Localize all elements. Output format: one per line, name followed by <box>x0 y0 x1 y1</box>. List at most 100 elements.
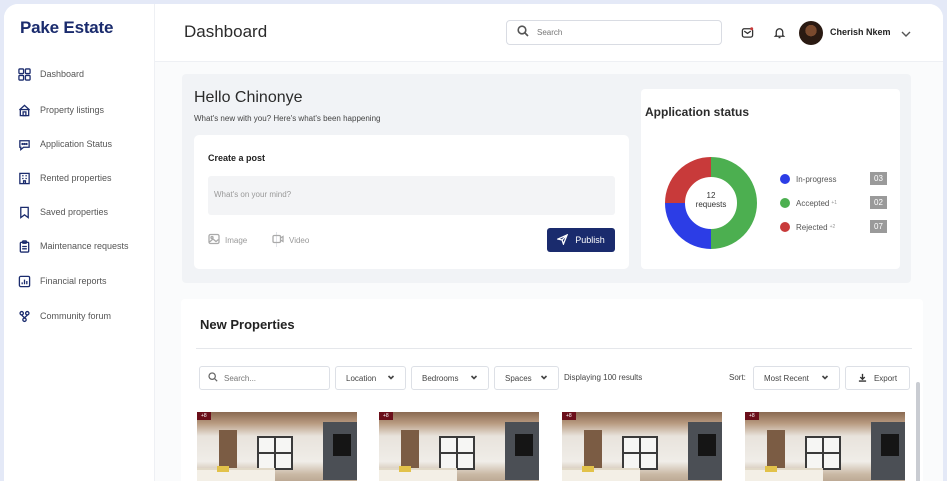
post-input[interactable]: What's on your mind? <box>208 176 615 215</box>
sort-label: Sort: <box>729 373 746 382</box>
community-icon <box>18 310 31 323</box>
sidebar-item-saved-properties[interactable]: Saved properties <box>18 202 108 222</box>
legend-item-accepted: Accepted +1 <box>780 197 837 209</box>
dropdown-label: Location <box>346 373 377 383</box>
chevron-down-icon[interactable] <box>900 27 912 39</box>
results-count: Displaying 100 results <box>564 373 643 382</box>
sidebar-item-maintenance-requests[interactable]: Maintenance requests <box>18 236 129 256</box>
property-image-tv <box>515 434 533 456</box>
chat-dots-icon <box>18 138 31 151</box>
search-icon <box>208 369 218 387</box>
property-image-cushion <box>765 466 777 472</box>
sidebar-item-rented-properties[interactable]: Rented properties <box>18 168 112 188</box>
sidebar-item-property-listings[interactable]: Property listings <box>18 100 104 120</box>
dropdown-label: Spaces <box>505 373 532 383</box>
property-card[interactable]: +8 <box>379 412 539 481</box>
sidebar-item-label: Dashboard <box>40 69 85 79</box>
legend-count-in-progress: 03 <box>870 172 887 185</box>
legend-note: +1 <box>831 200 838 206</box>
photo-count-badge: +8 <box>379 412 393 420</box>
property-image-tv <box>333 434 351 456</box>
property-image-window <box>257 436 293 470</box>
sidebar-item-label: Maintenance requests <box>40 241 129 251</box>
image-button[interactable]: Image <box>208 233 247 247</box>
legend-dot-blue <box>780 174 790 184</box>
house-icon <box>18 104 31 117</box>
bookmark-icon <box>18 206 31 219</box>
building-icon <box>18 172 31 185</box>
main-content: Hello Chinonye What's new with you? Here… <box>155 62 943 481</box>
property-image-cushion <box>399 466 411 472</box>
bedrooms-dropdown[interactable]: Bedrooms <box>411 366 489 390</box>
sort-value: Most Recent <box>764 373 809 383</box>
legend-count-accepted: 02 <box>870 196 887 209</box>
chevron-down-icon <box>540 373 548 383</box>
app-frame: Pake Estate Dashboard Property listings … <box>4 4 943 481</box>
property-card[interactable]: +8 <box>197 412 357 481</box>
sidebar-item-application-status[interactable]: Application Status <box>18 134 112 154</box>
legend-dot-green <box>780 198 790 208</box>
legend-item-in-progress: In-progress <box>780 173 838 185</box>
download-icon <box>858 373 874 384</box>
property-image-window <box>622 436 658 470</box>
publish-button[interactable]: Publish <box>547 228 615 252</box>
property-card[interactable]: +8 <box>745 412 905 481</box>
export-button[interactable]: Export <box>845 366 910 390</box>
legend-label: Accepted <box>796 198 830 208</box>
sidebar-item-label: Financial reports <box>40 276 107 286</box>
divider <box>196 348 912 349</box>
new-properties-title: New Properties <box>200 317 295 332</box>
sidebar-item-community-forum[interactable]: Community forum <box>18 306 111 326</box>
donut-total-number: 12 <box>706 191 716 200</box>
photo-count-badge: +8 <box>197 412 211 420</box>
sidebar-item-label: Application Status <box>40 139 113 149</box>
user-name[interactable]: Cherish Nkem <box>830 27 891 37</box>
legend-label: Rejected <box>796 222 828 232</box>
sidebar-item-label: Saved properties <box>40 207 109 217</box>
property-search-box[interactable] <box>199 366 330 390</box>
search-input[interactable] <box>537 28 707 37</box>
photo-count-badge: +8 <box>562 412 576 420</box>
chevron-down-icon <box>387 373 395 383</box>
property-image-sofa <box>745 468 823 481</box>
property-image-window <box>805 436 841 470</box>
video-button[interactable]: Video <box>272 233 309 247</box>
image-label: Image <box>225 235 248 245</box>
search-box[interactable] <box>506 20 722 45</box>
property-image-cushion <box>217 466 229 472</box>
video-icon <box>272 233 289 247</box>
legend-label: In-progress <box>796 174 837 184</box>
scrollbar[interactable] <box>916 382 920 481</box>
avatar[interactable] <box>799 21 823 45</box>
application-status-card: Application status 12 requests In-progre… <box>641 89 900 269</box>
page-title: Dashboard <box>184 22 268 41</box>
dropdown-label: Bedrooms <box>422 373 459 383</box>
sidebar-item-dashboard[interactable]: Dashboard <box>18 64 84 84</box>
location-dropdown[interactable]: Location <box>335 366 406 390</box>
export-label: Export <box>873 373 898 383</box>
property-image-window <box>439 436 475 470</box>
sort-dropdown[interactable]: Most Recent <box>753 366 840 390</box>
brand-logo[interactable]: Pake Estate <box>20 18 113 38</box>
property-image-sofa <box>197 468 275 481</box>
chevron-down-icon <box>821 373 829 383</box>
property-image-tv <box>881 434 899 456</box>
property-search-input[interactable] <box>224 373 324 383</box>
chart-doc-icon <box>18 275 31 288</box>
greeting-subtitle: What's new with you? Here's what's been … <box>194 114 381 123</box>
video-label: Video <box>289 235 310 245</box>
sidebar-item-financial-reports[interactable]: Financial reports <box>18 271 107 291</box>
property-image-cushion <box>582 466 594 472</box>
image-icon <box>208 233 225 247</box>
clipboard-icon <box>18 239 31 253</box>
legend-note: +2 <box>829 224 836 230</box>
search-icon <box>517 24 529 42</box>
grid-icon <box>18 67 31 81</box>
donut-total-word: requests <box>695 200 727 209</box>
mail-icon[interactable] <box>741 26 754 39</box>
bell-icon[interactable] <box>773 26 786 39</box>
sidebar-item-label: Property listings <box>40 105 105 115</box>
property-card[interactable]: +8 <box>562 412 722 481</box>
property-image-tv <box>698 434 716 456</box>
spaces-dropdown[interactable]: Spaces <box>494 366 559 390</box>
